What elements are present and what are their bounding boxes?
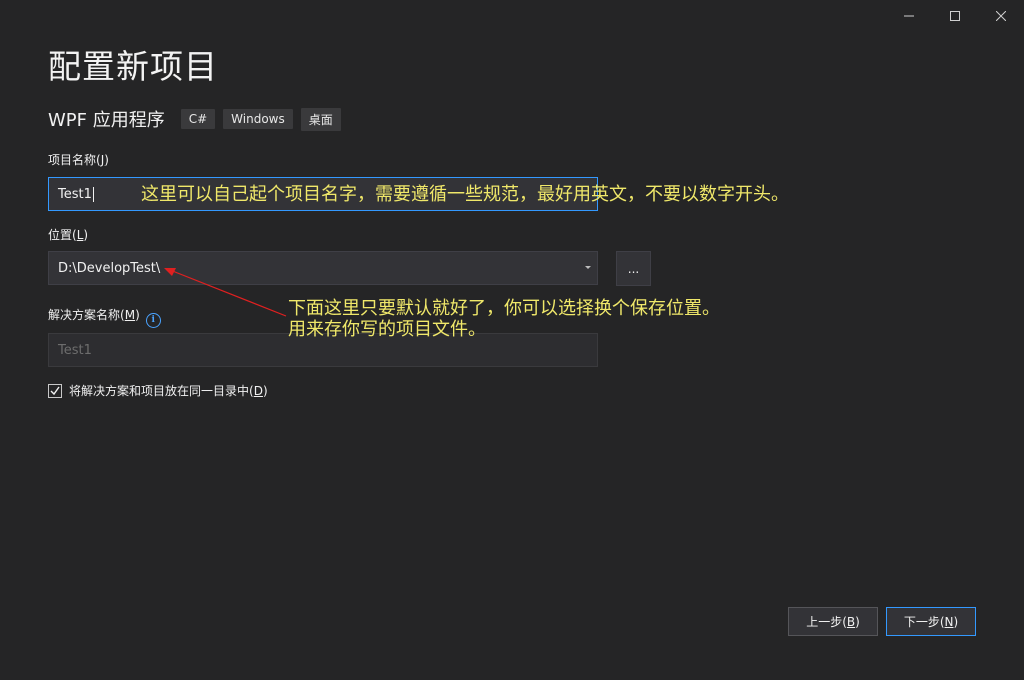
location-label: 位置(L) bbox=[48, 228, 89, 242]
annotation-location-note: 下面这里只要默认就好了，你可以选择换个保存位置。 用来存你写的项目文件。 bbox=[288, 298, 720, 340]
checkmark-icon bbox=[50, 386, 60, 395]
project-type-row: WPF 应用程序 C# Windows 桌面 bbox=[48, 106, 349, 132]
window-controls bbox=[886, 0, 1024, 32]
same-directory-option[interactable]: 将解决方案和项目放在同一目录中(D) bbox=[48, 382, 268, 399]
minimize-button[interactable] bbox=[886, 0, 932, 32]
back-button-label: 上一步(B) bbox=[806, 615, 860, 629]
page-title: 配置新项目 bbox=[48, 47, 218, 86]
tag-project-kind: 桌面 bbox=[300, 107, 341, 131]
tag-platform: Windows bbox=[223, 109, 293, 129]
minimize-icon bbox=[904, 15, 914, 17]
browse-button[interactable]: ... bbox=[616, 251, 651, 286]
annotation-project-name-note: 这里可以自己起个项目名字，需要遵循一些规范，最好用英文，不要以数字开头。 bbox=[141, 184, 789, 205]
solution-name-label: 解决方案名称(M) i bbox=[48, 306, 161, 328]
back-button[interactable]: 上一步(B) bbox=[788, 607, 878, 636]
solution-name-placeholder: Test1 bbox=[58, 342, 92, 358]
location-value: D:\DevelopTest\ bbox=[58, 260, 161, 276]
info-icon[interactable]: i bbox=[145, 313, 161, 328]
maximize-icon bbox=[950, 11, 960, 21]
chevron-down-icon[interactable] bbox=[585, 266, 591, 269]
configure-project-window: 配置新项目 WPF 应用程序 C# Windows 桌面 项目名称(J) Tes… bbox=[0, 0, 1024, 680]
close-icon bbox=[996, 11, 1006, 21]
text-caret bbox=[92, 186, 94, 202]
project-type-name: WPF 应用程序 bbox=[48, 110, 165, 131]
location-combobox[interactable]: D:\DevelopTest\ bbox=[48, 251, 598, 285]
maximize-button[interactable] bbox=[932, 0, 978, 32]
annotation-location-line1: 下面这里只要默认就好了，你可以选择换个保存位置。 bbox=[288, 298, 720, 319]
browse-label: ... bbox=[627, 261, 640, 276]
annotation-location-line2: 用来存你写的项目文件。 bbox=[288, 319, 486, 340]
next-button-label: 下一步(N) bbox=[903, 615, 959, 629]
project-name-value: Test1 bbox=[58, 186, 92, 202]
same-directory-checkbox[interactable] bbox=[48, 383, 62, 398]
tag-language: C# bbox=[180, 109, 216, 129]
same-directory-label: 将解决方案和项目放在同一目录中(D) bbox=[69, 384, 268, 398]
project-name-label: 项目名称(J) bbox=[48, 153, 109, 167]
close-button[interactable] bbox=[978, 0, 1024, 32]
next-button[interactable]: 下一步(N) bbox=[886, 607, 976, 636]
